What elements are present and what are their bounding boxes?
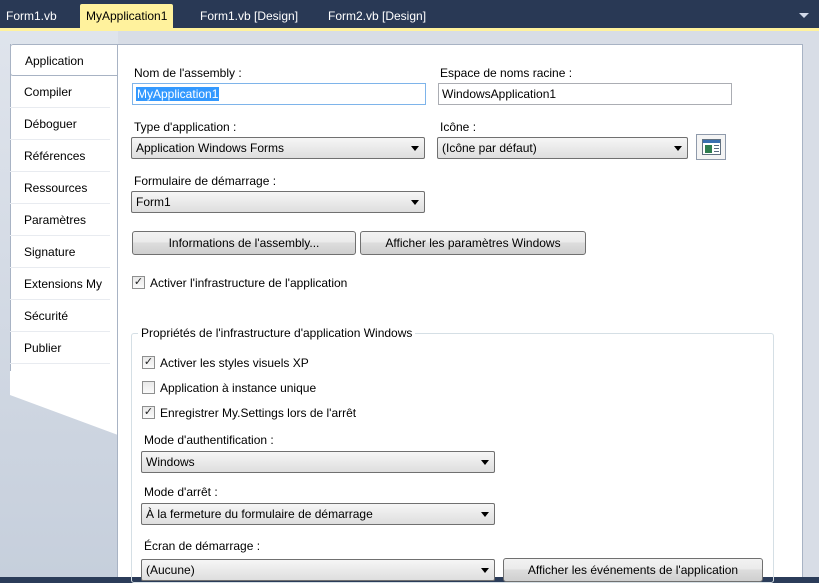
icon-label: Icône : bbox=[440, 120, 477, 134]
check-icon: ✓ bbox=[142, 356, 155, 369]
startup-form-select[interactable]: Form1 bbox=[131, 191, 425, 213]
chevron-down-icon bbox=[481, 512, 489, 517]
nav-item-securite[interactable]: Sécurité bbox=[10, 300, 110, 332]
unchecked-box-icon bbox=[142, 381, 155, 394]
shutdown-mode-select[interactable]: À la fermeture du formulaire de démarrag… bbox=[141, 503, 495, 525]
save-settings-label: Enregistrer My.Settings lors de l'arrêt bbox=[160, 406, 357, 420]
chevron-down-icon[interactable] bbox=[799, 13, 809, 18]
check-icon: ✓ bbox=[142, 406, 155, 419]
chevron-down-icon bbox=[481, 568, 489, 573]
nav-list-curve bbox=[10, 371, 118, 435]
nav-item-ressources[interactable]: Ressources bbox=[10, 172, 110, 204]
auth-mode-value: Windows bbox=[146, 455, 195, 469]
startup-form-label: Formulaire de démarrage : bbox=[134, 174, 277, 188]
xp-styles-checkbox[interactable]: ✓ Activer les styles visuels XP bbox=[142, 355, 442, 371]
assembly-name-label: Nom de l'assembly : bbox=[134, 66, 242, 80]
tab-myapplication1[interactable]: MyApplication1 bbox=[80, 4, 174, 28]
app-type-select[interactable]: Application Windows Forms bbox=[131, 137, 425, 159]
nav-item-publier[interactable]: Publier bbox=[10, 332, 110, 364]
icon-select[interactable]: (Icône par défaut) bbox=[437, 137, 688, 159]
icon-preview-button[interactable] bbox=[696, 134, 726, 160]
xp-styles-label: Activer les styles visuels XP bbox=[160, 356, 309, 370]
enable-framework-label: Activer l'infrastructure de l'applicatio… bbox=[150, 276, 348, 290]
splash-screen-select[interactable]: (Aucune) bbox=[141, 559, 495, 581]
shutdown-mode-value: À la fermeture du formulaire de démarrag… bbox=[146, 507, 373, 521]
document-tab-strip: Form1.vb MyApplication1 Form1.vb [Design… bbox=[0, 0, 819, 31]
application-page: Nom de l'assembly : MyApplication1 Espac… bbox=[117, 44, 803, 583]
windows-settings-button[interactable]: Afficher les paramètres Windows bbox=[360, 231, 586, 255]
auth-mode-label: Mode d'authentification : bbox=[144, 433, 274, 447]
nav-item-deboguer[interactable]: Déboguer bbox=[10, 108, 110, 140]
auth-mode-select[interactable]: Windows bbox=[141, 451, 495, 473]
check-icon: ✓ bbox=[132, 276, 145, 289]
nav-item-application[interactable]: Application bbox=[10, 44, 118, 76]
nav-item-references[interactable]: Références bbox=[10, 140, 110, 172]
icon-value: (Icône par défaut) bbox=[442, 141, 537, 155]
left-navigation-panel: Application Compiler Déboguer Références… bbox=[0, 31, 118, 577]
nav-item-extensions-my[interactable]: Extensions My bbox=[10, 268, 110, 300]
root-namespace-label: Espace de noms racine : bbox=[440, 66, 573, 80]
app-type-label: Type d'application : bbox=[134, 120, 237, 134]
nav-item-parametres[interactable]: Paramètres bbox=[10, 204, 110, 236]
enable-framework-checkbox[interactable]: ✓ Activer l'infrastructure de l'applicat… bbox=[132, 275, 432, 291]
framework-properties-group: Propriétés de l'infrastructure d'applica… bbox=[131, 325, 774, 583]
nav-item-compiler[interactable]: Compiler bbox=[10, 76, 110, 108]
assembly-info-button[interactable]: Informations de l'assembly... bbox=[132, 231, 356, 255]
project-designer: Application Compiler Déboguer Références… bbox=[0, 31, 819, 583]
tab-form2-design[interactable]: Form2.vb [Design] bbox=[322, 5, 432, 27]
nav-item-signature[interactable]: Signature bbox=[10, 236, 110, 268]
assembly-name-value: MyApplication1 bbox=[136, 87, 220, 101]
root-namespace-input[interactable]: WindowsApplication1 bbox=[438, 83, 732, 105]
startup-form-value: Form1 bbox=[136, 195, 171, 209]
chevron-down-icon bbox=[411, 146, 419, 151]
tab-form1-vb[interactable]: Form1.vb bbox=[0, 5, 63, 27]
chevron-down-icon bbox=[674, 146, 682, 151]
save-settings-checkbox[interactable]: ✓ Enregistrer My.Settings lors de l'arrê… bbox=[142, 405, 442, 421]
assembly-name-input[interactable]: MyApplication1 bbox=[132, 83, 426, 105]
view-events-button[interactable]: Afficher les événements de l'application bbox=[503, 558, 763, 582]
chevron-down-icon bbox=[411, 200, 419, 205]
single-instance-checkbox[interactable]: Application à instance unique bbox=[142, 380, 442, 396]
framework-properties-title: Propriétés de l'infrastructure d'applica… bbox=[138, 325, 416, 341]
single-instance-label: Application à instance unique bbox=[160, 381, 317, 395]
tab-form1-design[interactable]: Form1.vb [Design] bbox=[194, 5, 304, 27]
app-type-value: Application Windows Forms bbox=[136, 141, 285, 155]
splash-screen-value: (Aucune) bbox=[146, 563, 195, 577]
chevron-down-icon bbox=[481, 460, 489, 465]
splash-screen-label: Écran de démarrage : bbox=[144, 539, 261, 553]
form-icon bbox=[702, 139, 721, 155]
shutdown-mode-label: Mode d'arrêt : bbox=[144, 485, 218, 499]
